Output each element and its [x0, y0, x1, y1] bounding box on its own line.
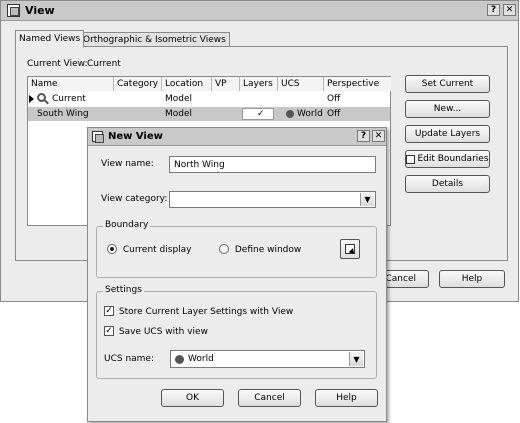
- current-display-radio[interactable]: Current display: [107, 244, 192, 255]
- col-ucs[interactable]: UCS: [278, 77, 324, 91]
- tab-orthographic-label: Orthographic & Isometric Views: [83, 35, 226, 45]
- set-current-button[interactable]: Set Current: [405, 75, 490, 93]
- table-row[interactable]: South Wing Model ✓ World Off: [28, 107, 390, 121]
- new-view-app-icon: [92, 131, 104, 143]
- current-view-label: Current View:: [27, 59, 88, 69]
- view-name-input[interactable]: North Wing: [169, 156, 376, 173]
- checkmark-icon: ✓: [104, 325, 114, 336]
- globe-icon: [286, 110, 294, 118]
- cancel-button[interactable]: Cancel: [238, 389, 301, 407]
- col-perspective[interactable]: Perspective: [324, 77, 391, 91]
- col-vp[interactable]: VP: [212, 77, 240, 91]
- row-name: Current: [52, 94, 86, 104]
- row-layers-check: ✓: [257, 109, 265, 119]
- radio-unselected-icon: [219, 244, 229, 254]
- chevron-down-icon[interactable]: ▼: [360, 193, 374, 206]
- row-location: Model: [165, 109, 193, 119]
- edit-boundaries-button[interactable]: Edit Boundaries: [405, 150, 490, 168]
- globe-icon: [175, 354, 184, 364]
- update-layers-button[interactable]: Update Layers: [405, 125, 490, 143]
- radio-selected-icon: [107, 244, 117, 254]
- boundary-title: Boundary: [103, 220, 151, 230]
- view-name-label: View name:: [101, 159, 154, 169]
- edit-boundaries-icon: [406, 154, 416, 164]
- row-ucs: World: [297, 109, 323, 119]
- settings-group: Settings ✓ Store Current Layer Settings …: [96, 285, 377, 379]
- expand-arrow-icon[interactable]: [29, 95, 34, 103]
- table-row[interactable]: Current Model Off: [28, 92, 390, 106]
- checkmark-icon: ✓: [104, 305, 114, 316]
- window-select-icon: [345, 244, 357, 256]
- tab-orthographic-isometric[interactable]: Orthographic & Isometric Views: [79, 32, 230, 47]
- save-ucs-label: Save UCS with view: [118, 326, 208, 337]
- ucs-name-label: UCS name:: [104, 354, 155, 364]
- edit-boundaries-label: Edit Boundaries: [417, 154, 489, 164]
- row-perspective: Off: [327, 109, 341, 119]
- tab-named-views[interactable]: Named Views: [15, 30, 85, 47]
- row-location: Model: [165, 94, 193, 104]
- row-name: South Wing: [37, 109, 89, 119]
- view-app-icon: [7, 4, 20, 17]
- help-button[interactable]: Help: [315, 389, 378, 407]
- store-layers-checkbox[interactable]: ✓ Store Current Layer Settings with View: [104, 306, 293, 317]
- help-title-button[interactable]: ?: [487, 4, 500, 16]
- new-button[interactable]: New...: [405, 100, 490, 118]
- details-button[interactable]: Details: [405, 175, 490, 193]
- view-category-select[interactable]: ▼: [169, 191, 376, 208]
- row-perspective: Off: [327, 94, 341, 104]
- help-button[interactable]: Help: [439, 270, 505, 288]
- ok-button[interactable]: OK: [161, 389, 224, 407]
- current-view-value: Current: [87, 59, 121, 69]
- define-window-radio[interactable]: Define window: [219, 244, 301, 255]
- col-location[interactable]: Location: [162, 77, 212, 91]
- tab-named-views-label: Named Views: [19, 34, 81, 44]
- col-layers[interactable]: Layers: [240, 77, 278, 91]
- view-dialog-title: View: [25, 4, 55, 17]
- new-view-title: New View: [108, 131, 163, 142]
- ucs-name-value: World: [188, 354, 214, 364]
- define-window-label: Define window: [234, 244, 302, 255]
- current-display-label: Current display: [122, 244, 192, 255]
- boundary-group: Boundary Current display Define window: [96, 220, 377, 278]
- col-category[interactable]: Category: [114, 77, 162, 91]
- store-layers-label: Store Current Layer Settings with View: [118, 306, 294, 317]
- new-view-dialog: New View ? ✕ View name: North Wing View …: [87, 127, 387, 422]
- save-ucs-checkbox[interactable]: ✓ Save UCS with view: [104, 326, 208, 337]
- close-title-button[interactable]: ✕: [372, 130, 385, 142]
- close-title-button[interactable]: ✕: [503, 4, 516, 16]
- col-name[interactable]: Name: [28, 77, 114, 91]
- ucs-name-select[interactable]: World ▼: [170, 350, 365, 368]
- settings-title: Settings: [103, 285, 144, 295]
- define-window-button[interactable]: [340, 239, 360, 259]
- view-dialog-titlebar: View ? ✕: [1, 1, 518, 21]
- new-view-titlebar: New View ? ✕: [88, 128, 386, 146]
- help-title-button[interactable]: ?: [357, 130, 370, 142]
- chevron-down-icon[interactable]: ▼: [349, 352, 363, 366]
- view-category-label: View category:: [101, 194, 168, 204]
